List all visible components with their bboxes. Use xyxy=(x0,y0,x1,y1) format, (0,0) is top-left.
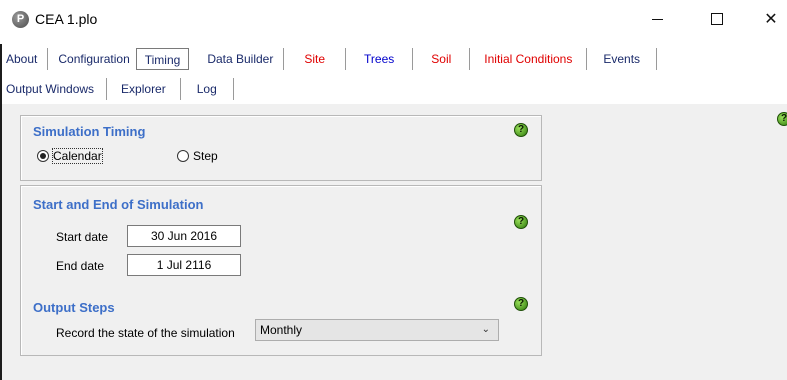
tab-explorer[interactable]: Explorer xyxy=(107,78,181,100)
tab-soil[interactable]: Soil xyxy=(413,48,471,70)
record-state-label: Record the state of the simulation xyxy=(56,326,235,340)
tab-timing[interactable]: Timing xyxy=(135,48,190,70)
output-steps-heading: Output Steps xyxy=(33,300,115,315)
timing-tab-content: ? Simulation Timing ? Calendar Step Star… xyxy=(2,104,787,380)
tab-site[interactable]: Site xyxy=(284,48,347,70)
tab-configuration[interactable]: Configuration xyxy=(48,48,135,70)
close-icon: ✕ xyxy=(764,11,778,28)
tab-initial-conditions[interactable]: Initial Conditions xyxy=(470,48,588,70)
end-date-field[interactable]: 1 Jul 2116 xyxy=(127,254,241,276)
tab-output-windows[interactable]: Output Windows xyxy=(2,78,108,100)
page-help-icon[interactable]: ? xyxy=(777,112,787,126)
radio-checked-icon xyxy=(37,150,49,162)
tab-log[interactable]: Log xyxy=(181,78,234,100)
start-date-field[interactable]: 30 Jun 2016 xyxy=(127,225,241,247)
output-steps-help-icon[interactable]: ? xyxy=(514,297,528,311)
tab-row-secondary: Output Windows Explorer Log xyxy=(2,78,234,100)
simulation-timing-heading: Simulation Timing xyxy=(33,124,146,139)
maximize-button[interactable] xyxy=(697,4,737,34)
step-radio[interactable]: Step xyxy=(177,149,218,163)
app-icon: P xyxy=(12,11,29,28)
record-frequency-select[interactable]: Monthly ⌄ xyxy=(255,319,499,341)
record-frequency-value: Monthly xyxy=(260,323,303,337)
minimize-button[interactable] xyxy=(637,4,677,34)
maximize-icon xyxy=(711,13,723,25)
window-title: CEA 1.plo xyxy=(35,11,98,27)
calendar-radio[interactable]: Calendar xyxy=(37,148,103,164)
end-date-label: End date xyxy=(56,259,105,273)
minimize-icon xyxy=(651,18,663,20)
tab-row-primary: About Configuration Timing Data Builder … xyxy=(2,48,658,70)
close-button[interactable]: ✕ xyxy=(751,4,787,34)
tab-trees[interactable]: Trees xyxy=(346,48,414,70)
simulation-timing-panel: Simulation Timing ? Calendar Step xyxy=(20,115,542,181)
start-end-help-icon[interactable]: ? xyxy=(514,215,528,229)
radio-unchecked-icon xyxy=(177,150,189,162)
tab-data-builder[interactable]: Data Builder xyxy=(197,48,285,70)
calendar-radio-label: Calendar xyxy=(52,148,103,164)
start-date-label: Start date xyxy=(56,230,109,244)
simulation-timing-help-icon[interactable]: ? xyxy=(514,123,528,137)
step-radio-label: Step xyxy=(193,149,218,163)
chevron-down-icon: ⌄ xyxy=(481,324,490,335)
tab-about[interactable]: About xyxy=(2,48,49,70)
title-bar: P CEA 1.plo ✕ xyxy=(0,0,787,44)
tab-events[interactable]: Events xyxy=(587,48,658,70)
start-end-heading: Start and End of Simulation xyxy=(33,197,204,212)
start-end-panel: Start and End of Simulation ? Start date… xyxy=(20,185,542,356)
